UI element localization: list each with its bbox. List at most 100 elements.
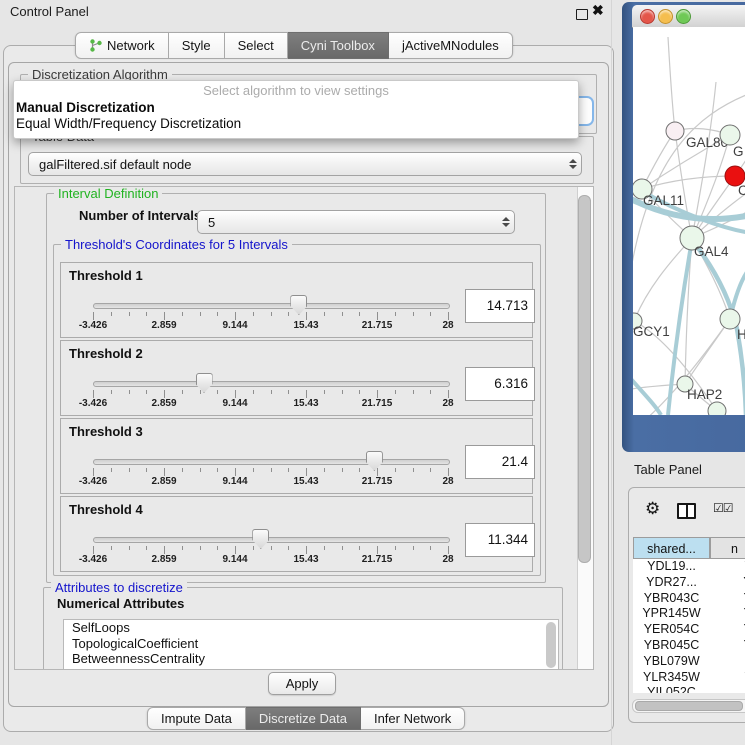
attribute-list-item[interactable]: TopologicalCoefficient: [64, 636, 558, 652]
group-title: Attributes to discretize: [51, 580, 187, 595]
cell-name: YDL1: [710, 559, 745, 575]
slider-tick: [182, 390, 183, 394]
table-data-combobox[interactable]: galFiltered.sif default node: [28, 152, 582, 176]
slider-tick: [200, 390, 201, 394]
scrollbar-track[interactable]: [577, 187, 593, 669]
slider-track[interactable]: [93, 537, 450, 543]
network-node-label: GAL4: [694, 244, 729, 259]
tab-label: Infer Network: [374, 708, 451, 729]
tab-label: Select: [238, 33, 274, 58]
tab-cyni-toolbox[interactable]: Cyni Toolbox: [288, 32, 389, 59]
table-row[interactable]: YLR345WYLR3: [633, 670, 745, 686]
threshold-label: Threshold 4: [69, 502, 143, 517]
slider-tick: [324, 546, 325, 550]
network-edge[interactable]: [668, 37, 675, 131]
slider-tick: [129, 546, 130, 550]
close-window-icon[interactable]: [640, 9, 655, 24]
network-edge[interactable]: [634, 238, 692, 321]
slider-tick-label: 28: [442, 554, 453, 565]
network-node-label: GCY1: [633, 324, 670, 339]
minimize-window-icon[interactable]: [658, 9, 673, 24]
scrollbar-thumb[interactable]: [578, 195, 591, 563]
slider-tick: [164, 390, 165, 398]
column-header-name[interactable]: n: [710, 537, 745, 559]
tab-network[interactable]: Network: [75, 32, 169, 59]
network-edge[interactable]: [633, 379, 661, 415]
tab-impute-data[interactable]: Impute Data: [147, 707, 246, 730]
slider-tick-label: 21.715: [362, 398, 393, 409]
network-window-titlebar[interactable]: [632, 5, 745, 28]
network-node[interactable]: [720, 309, 740, 329]
table-row[interactable]: YPR145WYPR1: [633, 606, 745, 622]
network-node-label: G: [733, 144, 744, 159]
attribute-list-item[interactable]: SelfLoops: [64, 620, 558, 636]
table-row[interactable]: YIL052CYIL0: [633, 685, 745, 693]
table-panel-title: Table Panel: [634, 462, 702, 477]
slider-tick: [182, 468, 183, 472]
slider-tick: [200, 312, 201, 316]
tab-label: Impute Data: [161, 708, 232, 729]
network-node[interactable]: [666, 122, 684, 140]
tab-style[interactable]: Style: [169, 32, 225, 59]
slider-tick-label: 21.715: [362, 554, 393, 565]
table-row[interactable]: YBR045CYBR0: [633, 638, 745, 654]
table-row[interactable]: YBL079WYBL0: [633, 654, 745, 670]
slider-tick: [217, 468, 218, 472]
numerical-attributes-list[interactable]: SelfLoopsTopologicalCoefficientBetweenne…: [63, 619, 559, 670]
network-node[interactable]: [720, 125, 740, 145]
slider-track[interactable]: [93, 381, 450, 387]
tab-infer-network[interactable]: Infer Network: [361, 707, 465, 730]
tab-jactivemnodules[interactable]: jActiveMNodules: [389, 32, 513, 59]
slider-tick-label: 15.43: [293, 320, 318, 331]
attribute-list-item[interactable]: BetweennessCentrality: [64, 651, 558, 667]
table-row[interactable]: YBR043CYBR0: [633, 591, 745, 607]
tab-label: Style: [182, 33, 211, 58]
panel-title: Control Panel: [10, 4, 89, 19]
apply-button[interactable]: Apply: [268, 672, 336, 695]
dropdown-item-manual-discretization[interactable]: Manual Discretization: [14, 100, 578, 116]
tab-select[interactable]: Select: [225, 32, 288, 59]
threshold-value-field[interactable]: 21.4: [465, 445, 535, 479]
slider-tick: [200, 468, 201, 472]
network-canvas[interactable]: GAL80GCGAL11GAL4GCY1HHAP2: [633, 27, 745, 415]
table-row[interactable]: YER054CYER0: [633, 622, 745, 638]
slider-tick: [253, 468, 254, 472]
slider-tick: [271, 546, 272, 550]
table-row[interactable]: YDR27...YDR2: [633, 575, 745, 591]
list-scrollbar[interactable]: [546, 622, 556, 668]
slider-tick: [359, 468, 360, 472]
slider-track[interactable]: [93, 459, 450, 465]
column-header-shared-name[interactable]: shared...: [633, 537, 710, 559]
cell-shared-name: YPR145W: [633, 606, 710, 622]
dropdown-item-equal-width-frequency[interactable]: Equal Width/Frequency Discretization: [14, 116, 578, 132]
slider-tick: [342, 390, 343, 394]
zoom-window-icon[interactable]: [676, 9, 691, 24]
panel-divider[interactable]: [611, 0, 612, 745]
network-node-label: GAL11: [643, 193, 684, 208]
select-columns-icon[interactable]: ☑☑: [713, 501, 733, 515]
network-node[interactable]: [708, 402, 726, 415]
slider-tick: [253, 390, 254, 394]
threshold-value-field[interactable]: 6.316: [465, 367, 535, 401]
threshold-value-field[interactable]: 11.344: [465, 523, 535, 557]
column-layout-icon[interactable]: [677, 503, 696, 519]
horizontal-scrollbar-track[interactable]: [632, 699, 745, 713]
threshold-value-field[interactable]: 14.713: [465, 289, 535, 323]
network-edge[interactable]: [642, 176, 735, 189]
slider-track[interactable]: [93, 303, 450, 309]
tab-discretize-data[interactable]: Discretize Data: [246, 707, 361, 730]
slider-tick: [306, 468, 307, 476]
number-of-intervals-combobox[interactable]: 5: [197, 210, 515, 234]
slider-tick-label: 15.43: [293, 398, 318, 409]
slider-tick: [395, 468, 396, 472]
slider-tick-label: 9.144: [222, 320, 247, 331]
network-edge[interactable]: [692, 82, 716, 238]
algorithm-dropdown-popup: Select algorithm to view settings Manual…: [13, 80, 579, 139]
slider-tick: [448, 546, 449, 554]
float-panel-icon[interactable]: [576, 9, 588, 20]
slider-tick: [164, 546, 165, 554]
settings-gear-icon[interactable]: ⚙: [645, 500, 660, 517]
close-panel-icon[interactable]: ✖: [592, 2, 604, 19]
table-row[interactable]: YDL19...YDL1: [633, 559, 745, 575]
horizontal-scrollbar-thumb[interactable]: [635, 701, 743, 711]
